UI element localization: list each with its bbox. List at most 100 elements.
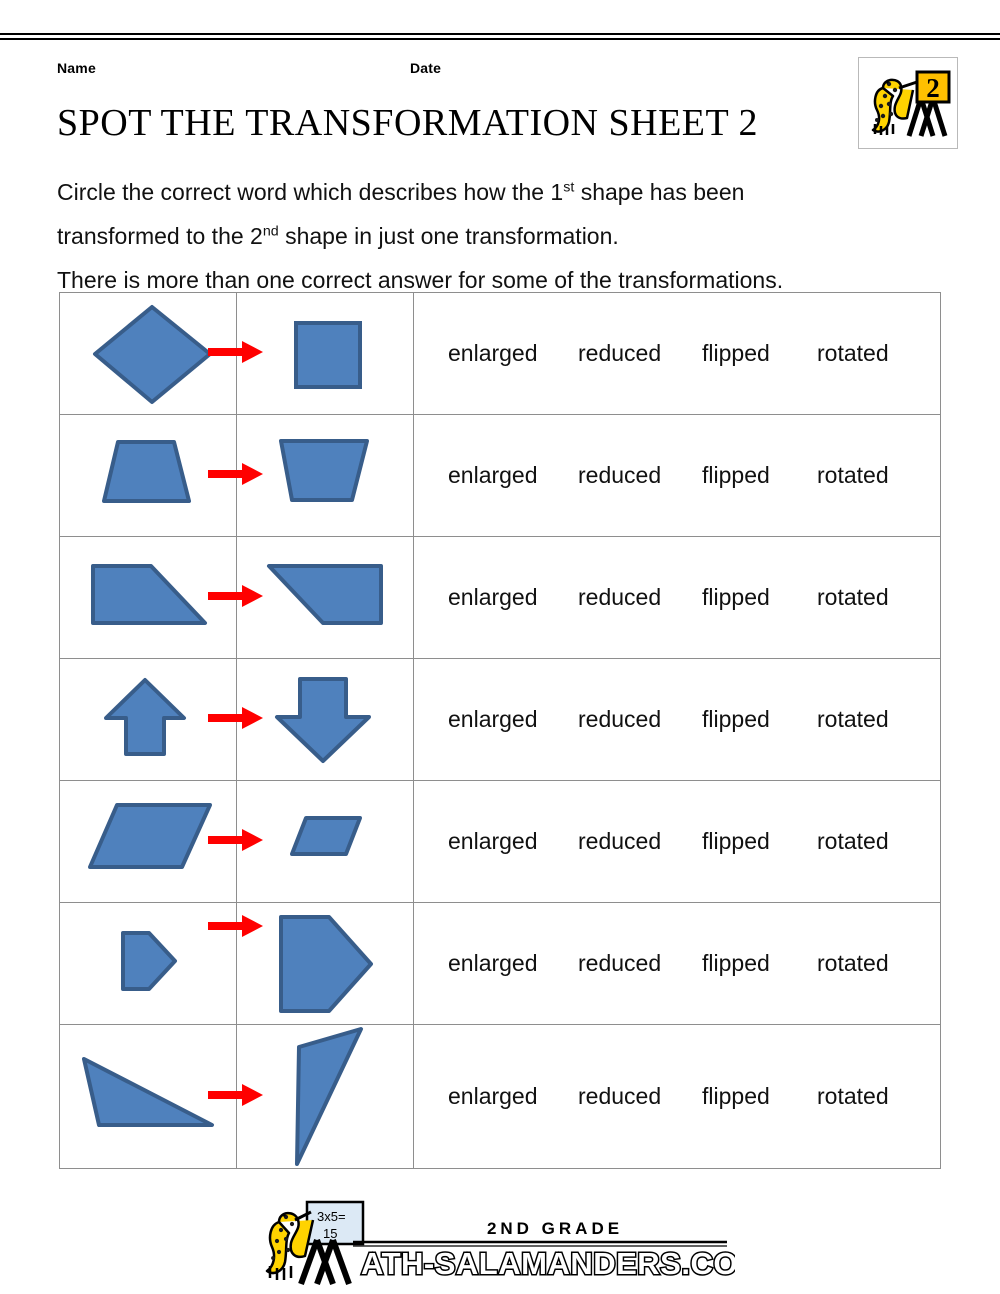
- shape-canvas: [60, 415, 263, 536]
- instruction-line-2-a: transformed to the 2: [57, 223, 263, 249]
- answer-option-enlarged[interactable]: enlarged: [448, 340, 578, 367]
- header-logo: 2: [858, 57, 958, 149]
- row-4-shape-1-cell: [59, 658, 263, 781]
- transformation-arrow-icon: [208, 463, 263, 485]
- answer-option-flipped[interactable]: flipped: [702, 462, 817, 489]
- board-text-top: 3x5=: [317, 1209, 346, 1224]
- math-salamanders-footer-logo-icon: 3x5= 15 2ND GRADE ATH-SALAMANDERS.COM: [265, 1200, 735, 1286]
- transformation-arrow-icon: [208, 707, 263, 729]
- parallelogram-large-shape-icon: [88, 803, 212, 869]
- row-6-answers-cell: enlarged reduced flipped rotated: [413, 902, 941, 1025]
- answer-option-flipped[interactable]: flipped: [702, 828, 817, 855]
- shape-canvas: [60, 537, 263, 658]
- pentagon-small-shape-icon: [121, 931, 177, 991]
- footer-grade-text: 2ND GRADE: [487, 1219, 623, 1238]
- answer-option-reduced[interactable]: reduced: [578, 1083, 702, 1110]
- transformation-arrow-icon: [208, 585, 263, 607]
- answer-option-rotated[interactable]: rotated: [817, 828, 917, 855]
- shape-canvas: [60, 659, 263, 780]
- instruction-line-1: Circle the correct word which describes …: [57, 170, 947, 214]
- right-trapezoid-shape-icon: [91, 564, 207, 625]
- answer-options: enlarged reduced flipped rotated: [414, 706, 940, 733]
- shape-canvas: [60, 781, 263, 902]
- answer-option-enlarged[interactable]: enlarged: [448, 584, 578, 611]
- row-3-answers-cell: enlarged reduced flipped rotated: [413, 536, 941, 659]
- page-title: SPOT THE TRANSFORMATION SHEET 2: [57, 102, 759, 144]
- board-text-bottom: 15: [323, 1226, 337, 1241]
- table-row: enlarged reduced flipped rotated: [59, 292, 941, 415]
- answer-option-flipped[interactable]: flipped: [702, 340, 817, 367]
- transformation-arrow-icon: [208, 341, 263, 363]
- instruction-line-2-b: shape in just one transformation.: [278, 223, 619, 249]
- parallelogram-small-shape-icon: [290, 816, 362, 856]
- row-6-shape-1-cell: [59, 902, 263, 1025]
- ordinal-suffix-st: st: [563, 179, 575, 196]
- pentagon-large-shape-icon: [279, 915, 373, 1013]
- square-shape-icon: [294, 321, 362, 389]
- answer-options: enlarged reduced flipped rotated: [414, 462, 940, 489]
- row-3-shape-1-cell: [59, 536, 263, 659]
- row-7-answers-cell: enlarged reduced flipped rotated: [413, 1024, 941, 1169]
- row-2-answers-cell: enlarged reduced flipped rotated: [413, 414, 941, 537]
- shape-canvas: [60, 903, 263, 1024]
- header-divider-rule: [0, 33, 1000, 40]
- row-1-shape-1-cell: [59, 292, 263, 415]
- triangle-horizontal-shape-icon: [82, 1057, 214, 1127]
- table-row: enlarged reduced flipped rotated: [59, 780, 941, 903]
- transformation-arrow-icon: [208, 829, 263, 851]
- answer-option-flipped[interactable]: flipped: [702, 1083, 817, 1110]
- name-label: Name: [57, 60, 96, 76]
- row-5-shape-1-cell: [59, 780, 263, 903]
- transformations-table: enlarged reduced flipped rotated enlarge…: [59, 292, 941, 1169]
- answer-option-flipped[interactable]: flipped: [702, 706, 817, 733]
- answer-option-reduced[interactable]: reduced: [578, 584, 702, 611]
- answer-option-reduced[interactable]: reduced: [578, 706, 702, 733]
- answer-option-rotated[interactable]: rotated: [817, 584, 917, 611]
- date-label: Date: [410, 60, 442, 76]
- name-date-row: Name Date: [57, 59, 877, 79]
- worksheet-page: Name Date SPOT THE TRANSFORMATION SHEET …: [0, 0, 1000, 1294]
- row-7-shape-1-cell: [59, 1024, 263, 1169]
- answer-option-flipped[interactable]: flipped: [702, 584, 817, 611]
- ordinal-suffix-nd: nd: [262, 223, 279, 240]
- table-row: enlarged reduced flipped rotated: [59, 658, 941, 781]
- answer-options: enlarged reduced flipped rotated: [414, 1083, 940, 1110]
- answer-option-enlarged[interactable]: enlarged: [448, 462, 578, 489]
- answer-option-reduced[interactable]: reduced: [578, 462, 702, 489]
- instruction-line-2: transformed to the 2nd shape in just one…: [57, 214, 947, 258]
- answer-options: enlarged reduced flipped rotated: [414, 828, 940, 855]
- answer-option-rotated[interactable]: rotated: [817, 462, 917, 489]
- instruction-line-1-b: shape has been: [574, 179, 745, 205]
- answer-option-rotated[interactable]: rotated: [817, 950, 917, 977]
- shape-canvas: [60, 293, 263, 414]
- row-4-answers-cell: enlarged reduced flipped rotated: [413, 658, 941, 781]
- instructions: Circle the correct word which describes …: [57, 170, 947, 302]
- answer-option-reduced[interactable]: reduced: [578, 340, 702, 367]
- answer-option-reduced[interactable]: reduced: [578, 828, 702, 855]
- answer-option-flipped[interactable]: flipped: [702, 950, 817, 977]
- footer: 3x5= 15 2ND GRADE ATH-SALAMANDERS.COM: [0, 1196, 1000, 1288]
- row-5-answers-cell: enlarged reduced flipped rotated: [413, 780, 941, 903]
- salamander-grade-badge-icon: 2: [859, 58, 957, 148]
- answer-option-enlarged[interactable]: enlarged: [448, 706, 578, 733]
- answer-option-rotated[interactable]: rotated: [817, 706, 917, 733]
- table-row: enlarged reduced flipped rotated: [59, 414, 941, 537]
- instruction-line-1-a: Circle the correct word which describes …: [57, 179, 564, 205]
- trapezoid-flipped-shape-icon: [279, 439, 369, 502]
- right-trapezoid-mirrored-shape-icon: [267, 564, 383, 625]
- answer-option-enlarged[interactable]: enlarged: [448, 1083, 578, 1110]
- answer-option-enlarged[interactable]: enlarged: [448, 828, 578, 855]
- diamond-shape-icon: [93, 305, 212, 404]
- answer-option-enlarged[interactable]: enlarged: [448, 950, 578, 977]
- answer-option-rotated[interactable]: rotated: [817, 340, 917, 367]
- row-2-shape-1-cell: [59, 414, 263, 537]
- arrow-up-shape-icon: [104, 678, 186, 756]
- answer-options: enlarged reduced flipped rotated: [414, 584, 940, 611]
- footer-site-text: ATH-SALAMANDERS.COM: [361, 1246, 735, 1281]
- answer-option-rotated[interactable]: rotated: [817, 1083, 917, 1110]
- footer-logo: 3x5= 15 2ND GRADE ATH-SALAMANDERS.COM: [265, 1196, 735, 1288]
- row-1-answers-cell: enlarged reduced flipped rotated: [413, 292, 941, 415]
- transformation-arrow-icon: [208, 915, 263, 937]
- answer-option-reduced[interactable]: reduced: [578, 950, 702, 977]
- arrow-down-shape-icon: [275, 677, 371, 763]
